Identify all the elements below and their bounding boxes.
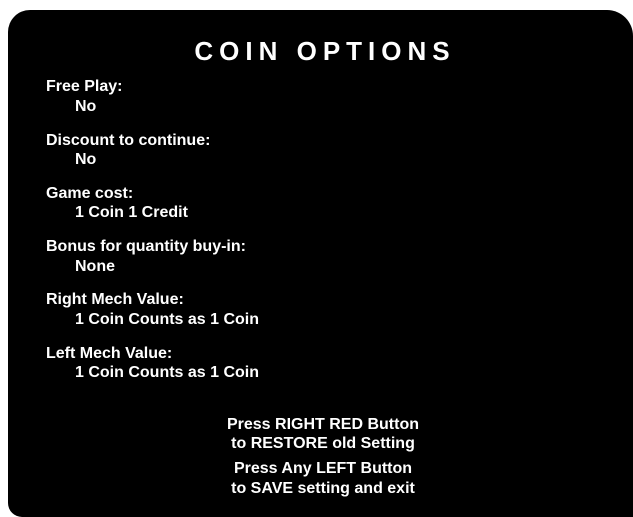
discount-to-continue-value[interactable]: No xyxy=(75,151,96,169)
restore-instruction-line-2: to RESTORE old Setting xyxy=(231,435,415,452)
right-mech-value-label: Right Mech Value: xyxy=(46,291,184,308)
screen-title: COIN OPTIONS xyxy=(194,36,456,66)
discount-to-continue-label: Discount to continue: xyxy=(46,132,211,149)
save-instruction-line-1: Press Any LEFT Button xyxy=(233,460,413,477)
left-mech-value-value[interactable]: 1 Coin Counts as 1 Coin xyxy=(75,364,259,382)
bonus-quantity-buyin-label: Bonus for quantity buy-in: xyxy=(46,238,246,255)
coin-options-screen: COIN OPTIONS Free Play: No Discount to c… xyxy=(8,10,633,517)
game-cost-label: Game cost: xyxy=(46,185,134,202)
free-play-value[interactable]: No xyxy=(75,98,96,116)
left-mech-value-label: Left Mech Value: xyxy=(46,345,173,362)
right-mech-value-value[interactable]: 1 Coin Counts as 1 Coin xyxy=(75,311,259,329)
free-play-label: Free Play: xyxy=(46,78,123,95)
game-cost-value[interactable]: 1 Coin 1 Credit xyxy=(75,204,188,222)
restore-instruction-line-1: Press RIGHT RED Button xyxy=(226,416,419,433)
save-instruction-line-2: to SAVE setting and exit xyxy=(231,480,415,497)
bonus-quantity-buyin-value[interactable]: None xyxy=(75,258,115,276)
